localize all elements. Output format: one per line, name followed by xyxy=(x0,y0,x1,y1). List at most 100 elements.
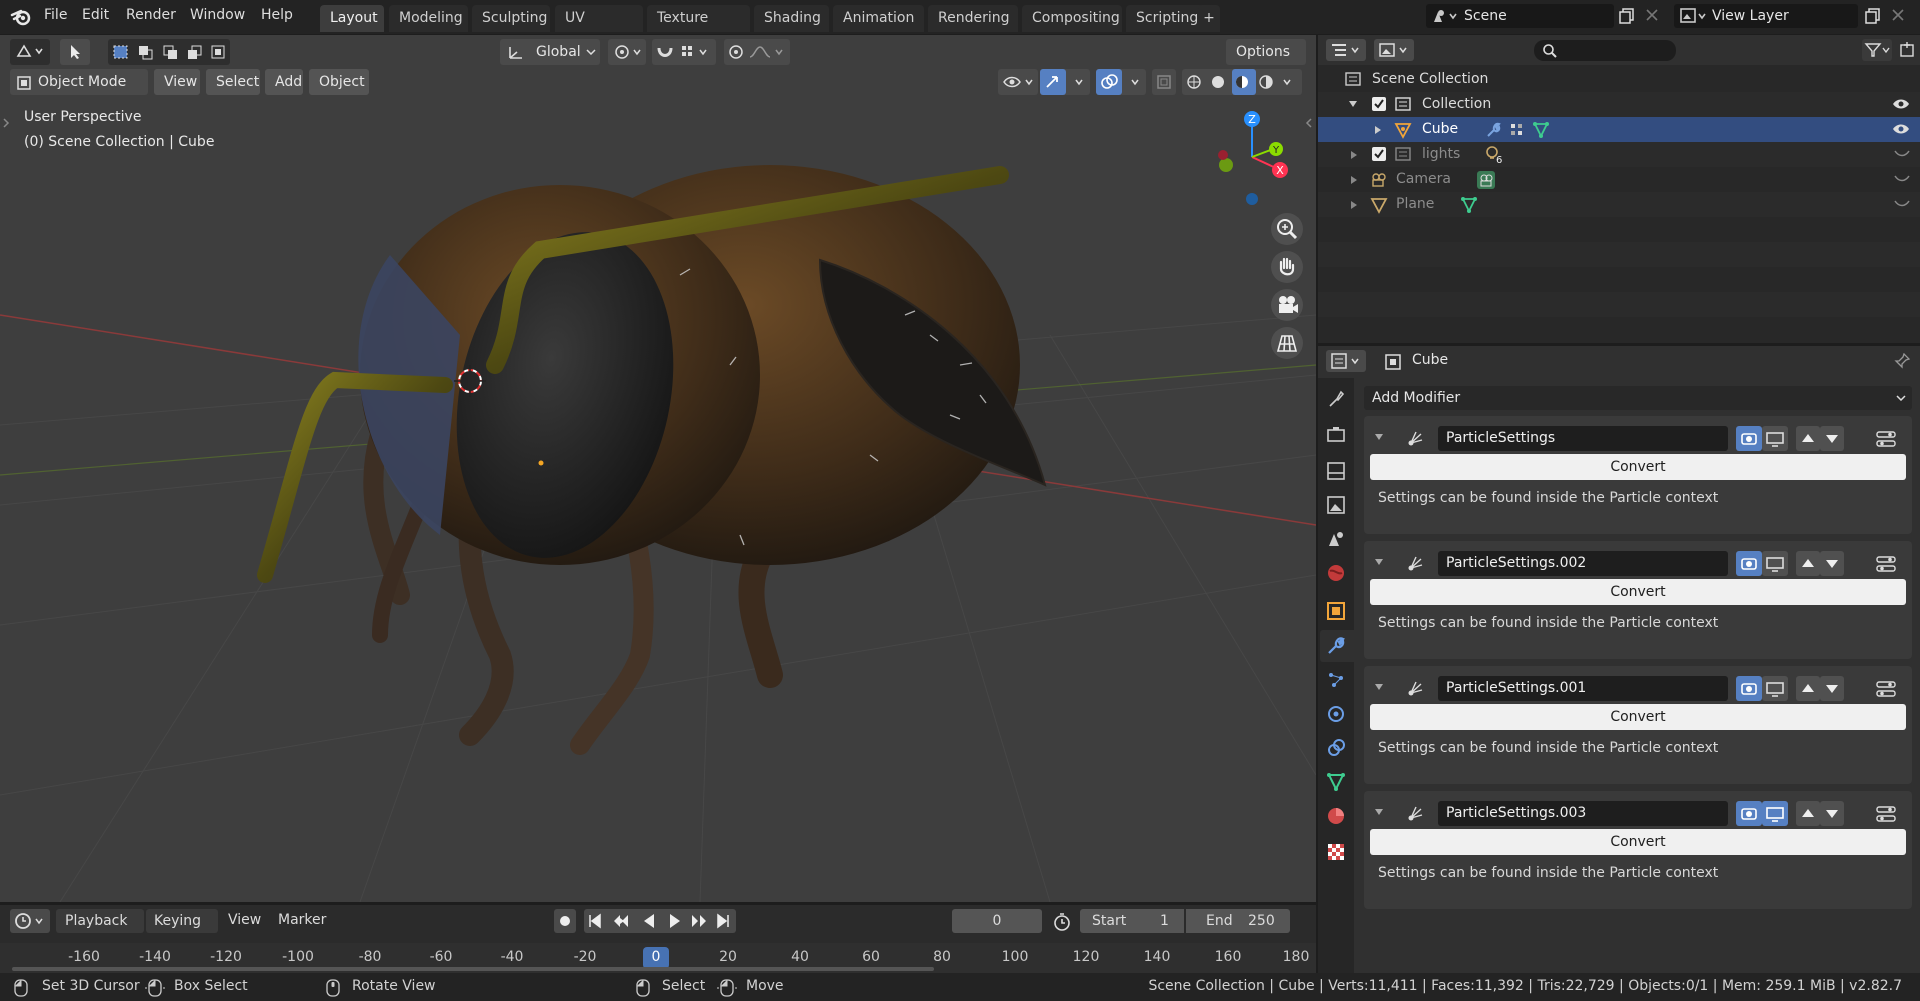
end-frame-field[interactable]: End 250 xyxy=(1186,909,1290,933)
move-up-button[interactable] xyxy=(1796,426,1820,451)
move-up-button[interactable] xyxy=(1796,676,1820,701)
tab-layout[interactable]: Layout xyxy=(320,5,384,32)
navigation-gizmo[interactable]: Z X Y xyxy=(1210,107,1300,207)
tab-shading[interactable]: Shading xyxy=(754,5,829,32)
move-down-button[interactable] xyxy=(1820,676,1844,701)
eye-icon[interactable] xyxy=(1892,123,1910,135)
filter-button[interactable] xyxy=(1862,39,1892,61)
pan-button[interactable] xyxy=(1271,251,1303,283)
tab-texture-paint[interactable]: Texture Paint xyxy=(647,5,750,53)
options-dropdown[interactable]: Options xyxy=(1226,39,1306,65)
move-down-button[interactable] xyxy=(1820,551,1844,576)
modifier-tab-icon[interactable] xyxy=(1325,635,1347,657)
menu-render[interactable]: Render xyxy=(126,7,176,23)
convert-button[interactable]: Convert xyxy=(1370,454,1906,480)
wrench-modifier-icon[interactable] xyxy=(1484,121,1502,139)
current-frame-field[interactable]: 0 xyxy=(952,909,1042,933)
collapse-icon[interactable] xyxy=(1374,683,1384,691)
convert-button[interactable]: Convert xyxy=(1370,829,1906,855)
convert-button[interactable]: Convert xyxy=(1370,704,1906,730)
menu-file[interactable]: File xyxy=(44,7,67,23)
tab-modeling[interactable]: Modeling xyxy=(389,5,468,32)
menu-object[interactable]: Object xyxy=(309,69,369,95)
collapse-icon[interactable] xyxy=(1374,558,1384,566)
particles-icon[interactable] xyxy=(1508,121,1526,139)
3d-viewport[interactable]: Global Options Object Mode View Select A… xyxy=(0,35,1316,902)
properties-editor-type-button[interactable] xyxy=(1326,350,1366,372)
data-tab-icon[interactable] xyxy=(1325,771,1347,793)
convert-button[interactable]: Convert xyxy=(1370,579,1906,605)
drag-handle-icon[interactable] xyxy=(1876,555,1896,573)
move-down-button[interactable] xyxy=(1820,426,1844,451)
outliner-editor-type-button[interactable] xyxy=(1326,39,1366,61)
eye-closed-icon[interactable] xyxy=(1894,175,1910,183)
ortho-toggle-button[interactable] xyxy=(1271,327,1303,359)
menu-select[interactable]: Select xyxy=(206,69,260,95)
tab-uv-editing[interactable]: UV Editing xyxy=(555,5,643,53)
move-up-button[interactable] xyxy=(1796,801,1820,826)
timeline-view-menu[interactable]: View xyxy=(228,912,261,928)
tab-rendering[interactable]: Rendering xyxy=(928,5,1018,32)
menu-add[interactable]: Add xyxy=(265,69,303,95)
world-tab-icon[interactable] xyxy=(1325,562,1347,584)
outliner-root-row[interactable]: Scene Collection xyxy=(1318,67,1920,92)
modifier-name-field[interactable]: ParticleSettings xyxy=(1438,426,1728,451)
stopwatch-icon[interactable] xyxy=(1052,912,1072,932)
sidebar-expand-icon[interactable] xyxy=(1305,117,1313,129)
scene-tab-icon[interactable] xyxy=(1325,528,1347,550)
camera-data-icon[interactable] xyxy=(1476,170,1496,190)
show-render-toggle[interactable] xyxy=(1736,801,1762,826)
output-tab-icon[interactable] xyxy=(1325,460,1347,482)
collection-checkbox[interactable] xyxy=(1372,97,1386,111)
modifier-name-field[interactable]: ParticleSettings.002 xyxy=(1438,551,1728,576)
show-viewport-toggle[interactable] xyxy=(1762,676,1788,701)
modifier-name-field[interactable]: ParticleSettings.001 xyxy=(1438,676,1728,701)
menu-help[interactable]: Help xyxy=(261,7,293,23)
view-layer-tab-icon[interactable] xyxy=(1325,494,1347,516)
show-viewport-toggle[interactable] xyxy=(1762,426,1788,451)
outliner-row-camera[interactable]: Camera xyxy=(1318,167,1920,192)
tab-sculpting[interactable]: Sculpting xyxy=(472,5,550,32)
outliner-row-lights[interactable]: lights 6 xyxy=(1318,142,1920,167)
modifier-name-field[interactable]: ParticleSettings.003 xyxy=(1438,801,1728,826)
outliner-row-cube[interactable]: Cube xyxy=(1318,117,1920,142)
material-tab-icon[interactable] xyxy=(1325,805,1347,827)
remove-scene-icon[interactable] xyxy=(1645,8,1659,22)
tool-tab-icon[interactable] xyxy=(1325,388,1347,410)
texture-tab-icon[interactable] xyxy=(1325,841,1347,863)
expand-right-icon[interactable] xyxy=(1350,200,1358,210)
object-tab-icon[interactable] xyxy=(1325,600,1347,622)
camera-view-button[interactable] xyxy=(1271,289,1303,321)
tab-scripting[interactable]: Scripting xyxy=(1126,5,1206,32)
move-down-button[interactable] xyxy=(1820,801,1844,826)
menu-window[interactable]: Window xyxy=(190,7,245,23)
mesh-data-icon[interactable] xyxy=(1532,121,1550,139)
tab-compositing[interactable]: Compositing xyxy=(1022,5,1122,32)
tab-animation[interactable]: Animation xyxy=(833,5,924,32)
timeline-marker-menu[interactable]: Marker xyxy=(278,912,326,928)
remove-view-layer-icon[interactable] xyxy=(1891,8,1905,22)
constraints-tab-icon[interactable] xyxy=(1325,737,1347,759)
eye-closed-icon[interactable] xyxy=(1894,200,1910,208)
show-viewport-toggle[interactable] xyxy=(1762,801,1788,826)
show-render-toggle[interactable] xyxy=(1736,426,1762,451)
menu-edit[interactable]: Edit xyxy=(82,7,109,23)
eye-icon[interactable] xyxy=(1892,98,1910,110)
toolbar-expand-icon[interactable] xyxy=(2,117,10,129)
drag-handle-icon[interactable] xyxy=(1876,805,1896,823)
collapse-icon[interactable] xyxy=(1374,808,1384,816)
add-modifier-dropdown[interactable]: Add Modifier xyxy=(1364,386,1912,410)
outliner-row-plane[interactable]: Plane xyxy=(1318,192,1920,217)
physics-tab-icon[interactable] xyxy=(1325,703,1347,725)
drag-handle-icon[interactable] xyxy=(1876,430,1896,448)
lights-checkbox[interactable] xyxy=(1372,147,1386,161)
expand-right-icon[interactable] xyxy=(1374,125,1382,135)
playback-controls[interactable] xyxy=(584,909,736,933)
expand-down-icon[interactable] xyxy=(1348,100,1358,108)
new-scene-icon[interactable] xyxy=(1618,7,1636,25)
eye-closed-icon[interactable] xyxy=(1894,150,1910,158)
show-render-toggle[interactable] xyxy=(1736,551,1762,576)
display-mode-button[interactable] xyxy=(1374,39,1414,61)
timeline-scrollbar[interactable] xyxy=(12,967,934,971)
outliner-search-input[interactable] xyxy=(1534,40,1676,61)
